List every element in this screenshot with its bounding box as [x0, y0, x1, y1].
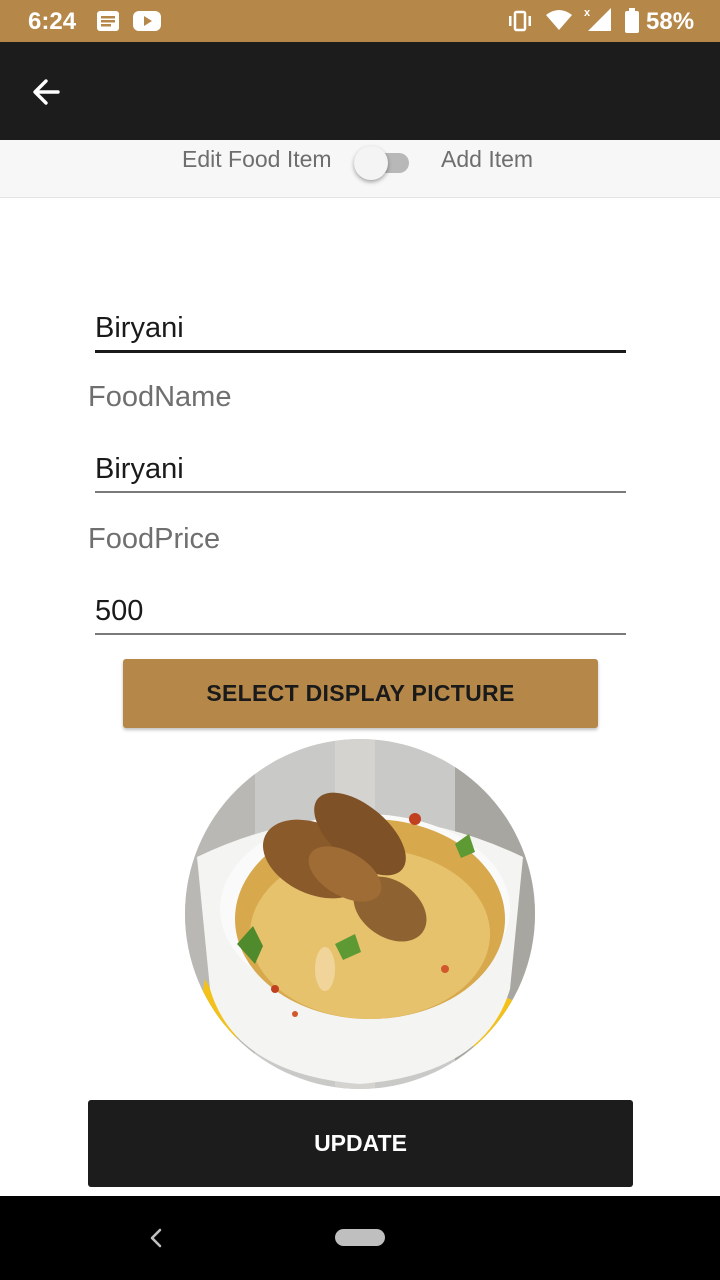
arrow-left-icon [33, 79, 60, 105]
vibrate-icon [509, 10, 531, 32]
battery-icon [625, 8, 639, 33]
app-bar [0, 42, 720, 140]
status-time: 6:24 [28, 8, 77, 35]
wifi-icon [546, 10, 572, 30]
status-bar: 6:24 x 58% [0, 0, 720, 42]
youtube-icon [133, 11, 161, 31]
update-button[interactable]: UPDATE [88, 1100, 633, 1187]
edit-food-item-label: Edit Food Item [182, 146, 332, 172]
nav-back-icon[interactable] [146, 1226, 166, 1250]
back-button[interactable] [26, 72, 70, 112]
food-name-field[interactable] [95, 447, 626, 493]
food-image [185, 739, 535, 1089]
category-field[interactable] [95, 306, 626, 353]
system-nav-bar [0, 1196, 720, 1280]
battery-percent: 58% [646, 8, 695, 35]
mode-toggle-bar: Edit Food Item Add Item [0, 140, 720, 198]
add-item-label: Add Item [441, 146, 534, 172]
biryani-dish-photo [185, 739, 535, 1089]
home-pill-icon[interactable] [335, 1229, 385, 1246]
notification-text-icon [97, 11, 119, 31]
select-display-picture-button[interactable]: SELECT DISPLAY PICTURE [123, 659, 598, 728]
food-price-field[interactable] [95, 589, 626, 635]
food-price-label: FoodPrice [88, 523, 221, 555]
svg-text:x: x [584, 7, 591, 19]
food-name-label: FoodName [88, 381, 232, 413]
cell-signal-icon: x [584, 7, 611, 31]
mode-switch-thumb[interactable] [354, 146, 388, 180]
